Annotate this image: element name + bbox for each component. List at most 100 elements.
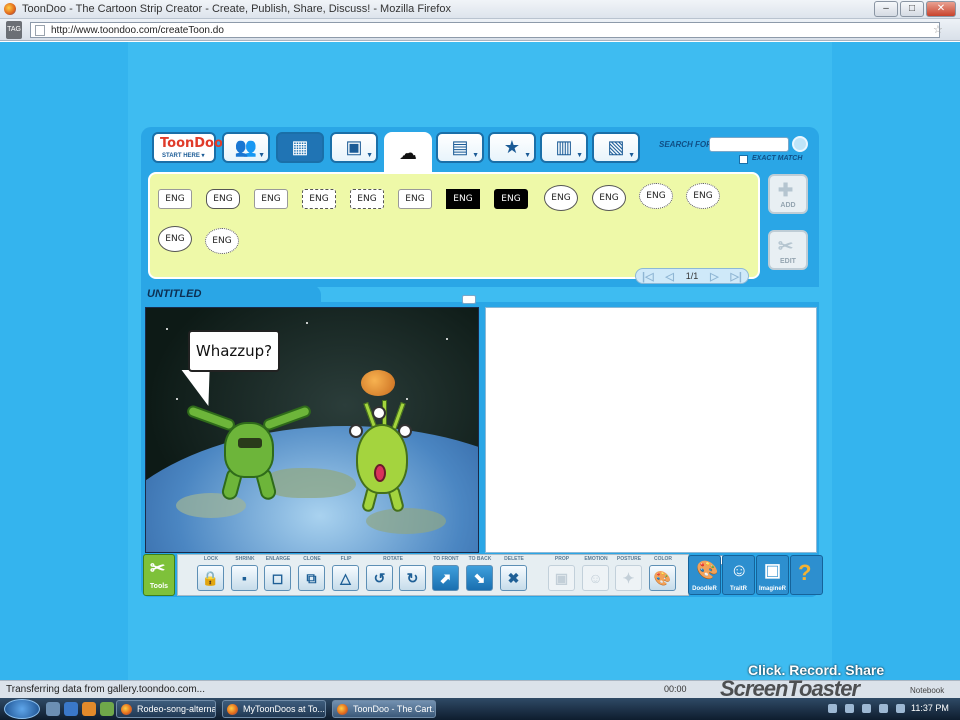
clone-button[interactable]: ⧉ [298,565,325,591]
bubble-item[interactable]: ENG [206,189,240,209]
bubble-item[interactable]: ENG [205,228,239,254]
exact-match-checkbox[interactable] [739,155,748,164]
edit-button[interactable]: ✂ EDIT [768,230,808,270]
backgrounds-tab[interactable]: ▦ [276,132,324,163]
tools-bar: ✂ Tools LOCK SHRINK ENLARGE CLONE FLIP RO… [141,554,823,597]
prop-button[interactable]: ▣ [548,565,575,591]
bubble-item[interactable]: ENG [158,189,192,209]
help-button[interactable]: ? [790,555,823,595]
speech-bubbles-tab[interactable]: ☁ [384,132,432,172]
bubble-item[interactable]: ENG [494,189,528,209]
last-page-icon[interactable]: ▷| [730,270,742,283]
start-here-label: START HERE ▾ [162,153,205,159]
taskbar-item[interactable]: MyToonDoos at To... [222,700,326,718]
emotion-button[interactable]: ☺ [582,565,609,591]
bubble-item[interactable]: ENG [158,226,192,252]
address-bar[interactable]: http://www.toondoo.com/createToon.do ☆ [30,22,943,38]
bubble-item[interactable]: ENG [302,189,336,209]
app-quicklaunch-icon[interactable] [100,702,114,716]
bubble-item[interactable]: ENG [446,189,480,209]
orange-planet[interactable] [361,370,395,396]
taskbar-item-active[interactable]: ToonDoo - The Cart... [332,700,436,718]
shrink-button[interactable]: ▪ [231,565,258,591]
traitr-button[interactable]: ☺ TraitR [722,555,755,595]
taskbar-item[interactable]: Rodeo-song-alterna... [116,700,216,718]
bookmark-star-icon[interactable]: ☆ [933,23,943,36]
bubble-item[interactable]: ENG [398,189,432,209]
first-page-icon[interactable]: |◁ [642,270,654,283]
imaginer-button[interactable]: ▣ ImagineR [756,555,789,595]
lock-button[interactable]: 🔒 [197,565,224,591]
bubble-item[interactable]: ENG [639,183,673,209]
maximize-button[interactable]: □ [900,1,924,17]
props-icon: ▣ [345,137,363,157]
chevron-down-icon: ▼ [472,152,479,159]
network-icon[interactable] [879,704,888,713]
images-tab[interactable]: ▥ ▼ [540,132,588,163]
search-input[interactable] [709,137,789,152]
tray-icon[interactable] [845,704,854,713]
cartoon-panel-1[interactable]: Whazzup? [145,307,479,553]
panel-toggle-button[interactable] [462,295,476,304]
alien2-mouth [374,464,386,482]
delete-button[interactable]: ✖ [500,565,527,591]
to-front-button[interactable]: ⬈ [432,565,459,591]
flip-button[interactable]: △ [332,565,359,591]
alien1-left-arm [185,403,237,433]
edit-icon: ✂ [778,236,794,256]
taskbar-item-label: ToonDoo - The Cart... [353,704,436,714]
volume-icon[interactable] [896,704,905,713]
yellow-alien-character[interactable] [356,424,408,494]
characters-tab[interactable]: 👥 ▼ [222,132,270,163]
doodler-label: DoodleR [692,586,717,592]
show-desktop-icon[interactable] [46,702,60,716]
bubble-item[interactable]: ENG [254,189,288,209]
bubble-item[interactable]: ENG [350,189,384,209]
url-text[interactable]: http://www.toondoo.com/createToon.do [51,25,224,36]
bubble-item[interactable]: ENG [592,185,626,211]
effects-tab[interactable]: ★ ▼ [488,132,536,163]
bubble-item[interactable]: ENG [686,183,720,209]
traitr-label: TraitR [729,586,747,592]
search-icon[interactable] [792,136,808,152]
clock: 11:37 PM [911,703,949,713]
toondoo-app: ToonDoo START HERE ▾ 👥 ▼ ▦ ▣ ▼ ☁ ▤ ▼ ★ ▼ ▥ ▼ … [141,127,823,597]
taskbar-item-label: Rodeo-song-alterna... [137,704,216,714]
add-button[interactable]: ✚ ADD [768,174,808,214]
start-button[interactable] [4,699,40,719]
prev-page-icon[interactable]: ◁ [665,270,673,283]
tool-label-flip: FLIP [340,556,352,562]
next-page-icon[interactable]: ▷ [710,270,718,283]
color-button[interactable]: 🎨 [649,565,676,591]
firefox-quicklaunch-icon[interactable] [82,702,96,716]
tool-strip: LOCK SHRINK ENLARGE CLONE FLIP ROTATE TO… [177,554,723,596]
toondoo-logo-button[interactable]: ToonDoo START HERE ▾ [152,132,223,163]
chevron-down-icon: ▼ [576,152,583,159]
ie-icon[interactable] [64,702,78,716]
doodler-button[interactable]: 🎨 DoodleR [688,555,721,595]
rotate-right-button[interactable]: ↻ [399,565,426,591]
speech-bubble[interactable]: Whazzup? [188,330,280,372]
tool-label-color: COLOR [653,556,673,562]
tag-icon[interactable]: TAG [6,20,22,39]
logo-text: ToonDoo [160,136,223,151]
to-back-button[interactable]: ⬊ [466,565,493,591]
bubble-item[interactable]: ENG [544,185,578,211]
green-alien-character[interactable] [224,422,274,478]
posture-button[interactable]: ✦ [615,565,642,591]
props-tab[interactable]: ▣ ▼ [330,132,378,163]
chevron-down-icon: ▼ [524,152,531,159]
browser-title-bar: ToonDoo - The Cartoon Strip Creator - Cr… [0,0,960,19]
cartoon-panel-2[interactable] [485,307,817,553]
tray-icon[interactable] [862,704,871,713]
tray-icon[interactable] [828,704,837,713]
layout-tab[interactable]: ▧ ▼ [592,132,640,163]
tools-button[interactable]: ✂ Tools [143,554,175,596]
special-effects-tab[interactable]: ▤ ▼ [436,132,484,163]
minimize-button[interactable]: – [874,1,898,17]
status-time: 00:00 [664,684,687,694]
rotate-left-button[interactable]: ↺ [366,565,393,591]
close-button[interactable]: ✕ [926,1,956,17]
strip-title[interactable]: UNTITLED [147,288,201,300]
enlarge-button[interactable]: ◻ [264,565,291,591]
